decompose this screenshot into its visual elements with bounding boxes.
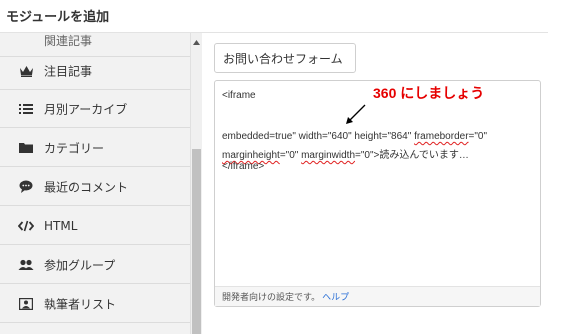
crown-icon — [18, 64, 34, 78]
group-icon — [18, 258, 34, 272]
code-line: </iframe> — [222, 161, 264, 172]
code-tag-close: </iframe> — [222, 161, 265, 172]
annotation-arrow-icon — [346, 104, 366, 124]
menu-item-label: 関連記事 — [44, 34, 93, 48]
menu-scrollbar[interactable] — [190, 33, 202, 334]
html-code-textarea[interactable]: <iframe embedded=true" width="640" heigh… — [215, 81, 540, 286]
code-text-misspelled: marginheight — [222, 150, 280, 161]
code-text: embedded=true" width="640" height="864" — [222, 131, 415, 142]
code-text-misspelled: marginwidth — [301, 150, 356, 161]
comment-bubble-icon — [18, 180, 34, 194]
code-line: marginheight="0" marginwidth="0">読み込んでいま… — [222, 146, 469, 161]
code-tag-open: <iframe — [222, 90, 256, 101]
menu-item-monthly-archive[interactable]: 月別アーカイブ — [0, 90, 190, 128]
list-icon — [18, 102, 34, 116]
html-code-editor: <iframe embedded=true" width="640" heigh… — [214, 80, 541, 307]
scroll-up-arrow-icon[interactable] — [191, 37, 202, 47]
annotation-text: 360 にしましょう — [373, 85, 485, 101]
scrollbar-thumb[interactable] — [192, 149, 201, 334]
menu-item-joined-groups[interactable]: 参加グループ — [0, 246, 190, 284]
menu-item-label: 執筆者リスト — [44, 297, 117, 311]
menu-item-label: 注目記事 — [44, 64, 93, 78]
help-link[interactable]: ヘルプ — [322, 290, 349, 303]
module-name-value: お問い合わせフォーム — [223, 51, 343, 66]
code-line: <iframe — [222, 90, 256, 101]
menu-item-label: 参加グループ — [44, 258, 116, 272]
author-list-icon — [18, 297, 34, 311]
menu-item-recent-comments[interactable]: 最近のコメント — [0, 168, 190, 206]
menu-item-featured-articles[interactable]: 注目記事 — [0, 52, 190, 90]
code-text: ="0" — [468, 131, 488, 142]
menu-item-category[interactable]: カテゴリー — [0, 129, 190, 167]
folder-icon — [18, 141, 34, 155]
menu-item-html[interactable]: HTML — [0, 207, 190, 245]
code-text: ="0">読み込んでいます… — [355, 150, 469, 161]
code-text: ="0" — [279, 150, 302, 161]
code-text-misspelled: frameborder — [414, 131, 469, 142]
menu-item-label: HTML — [44, 218, 78, 233]
menu-item-author-list[interactable]: 執筆者リスト — [0, 285, 190, 323]
menu-item-label: 最近のコメント — [44, 180, 129, 194]
related-articles-icon — [18, 34, 34, 48]
module-type-menu: 関連記事 注目記事 月別アーカイブ カテゴリー 最近のコメント HTML 参加グ… — [0, 33, 190, 334]
code-icon — [18, 219, 34, 233]
code-line: embedded=true" width="640" height="864" … — [222, 131, 487, 142]
module-name-input[interactable]: お問い合わせフォーム — [214, 43, 356, 73]
dialog-title: モジュールを追加 — [6, 10, 110, 25]
editor-footer: 開発者向けの設定です。 ヘルプ — [215, 286, 540, 306]
footer-note: 開発者向けの設定です。 — [222, 293, 321, 303]
menu-item-label: カテゴリー — [44, 141, 105, 155]
menu-item-label: 月別アーカイブ — [44, 102, 128, 116]
